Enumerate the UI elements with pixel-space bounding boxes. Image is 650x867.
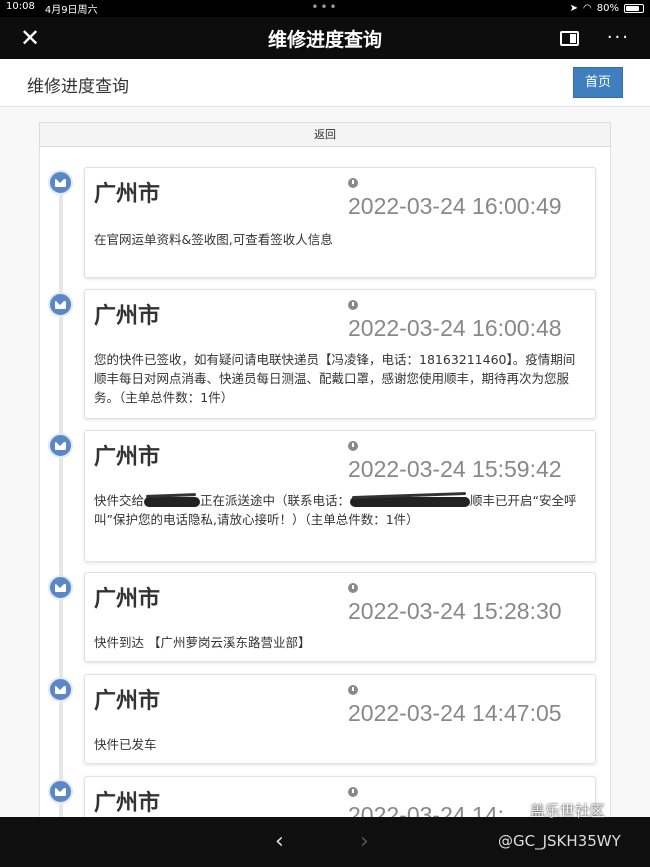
more-options-icon[interactable]: ··· — [607, 29, 630, 47]
status-time: 10:08 — [6, 1, 35, 12]
entry-city: 广州市 — [94, 587, 161, 612]
watermark-community: 盖乐世社区 — [530, 802, 606, 820]
entry-time: 2022-03-24 15:28:30 — [348, 598, 562, 624]
timeline-card: 广州市 2022-03-24 16:00:48 您的快件已签收，如有疑问请电联快… — [84, 289, 596, 419]
home-button[interactable]: 首页 — [573, 67, 623, 98]
entry-city: 广州市 — [94, 304, 161, 329]
envelope-icon — [48, 292, 73, 317]
timeline-line — [59, 182, 63, 817]
clock-icon — [348, 300, 358, 310]
battery-percent: 80% — [596, 3, 619, 14]
forward-arrow-icon[interactable]: › — [360, 829, 369, 854]
desc-part-b: 正在派送途中（联系电话： — [200, 493, 351, 508]
page-title: 维修进度查询 — [27, 77, 129, 97]
entry-time: 2022-03-24 16:00:48 — [348, 315, 562, 341]
entry-description: 快件交给 正在派送途中（联系电话： 顺丰已开启“安全呼叫”保护您的电话隐私,请放心接… — [94, 491, 584, 529]
envelope-icon — [48, 170, 73, 195]
entry-description: 在官网运单资料&签收图,可查看签收人信息 — [94, 232, 333, 247]
envelope-icon — [48, 575, 73, 600]
entry-description: 快件到达 【广州萝岗云溪东路营业部】 — [94, 635, 311, 650]
battery-icon — [624, 4, 644, 13]
redacted-scribble — [350, 496, 471, 507]
desc-part-a: 快件交给 — [94, 493, 145, 508]
clock-icon — [348, 685, 358, 695]
envelope-icon — [48, 433, 73, 458]
entry-city: 广州市 — [94, 445, 161, 470]
envelope-icon — [48, 779, 73, 804]
entry-description: 您的快件已签收，如有疑问请电联快递员【冯凌锋，电话：18163211460】。疫… — [94, 352, 576, 405]
clock-icon — [348, 178, 358, 188]
app-title-bar: ✕ 维修进度查询 ··· — [0, 17, 650, 59]
back-button[interactable]: 返回 — [39, 122, 611, 147]
status-date: 4月9日周六 — [44, 5, 98, 16]
timeline-card: 广州市 2022-03-24 15:59:42 快件交给 正在派送途中（联系电话：… — [84, 430, 596, 562]
entry-time: 2022-03-24 14:47:05 — [348, 700, 562, 726]
envelope-icon — [48, 677, 73, 702]
clock-icon — [348, 787, 358, 797]
content-area[interactable]: 返回 广州市 2022-03-24 16:00:49 在官网运单资料&签收图,可… — [0, 107, 650, 817]
redacted-scribble — [144, 496, 201, 507]
window-title: 维修进度查询 — [267, 28, 382, 51]
watermark-user: @GC_JSKH35WY — [498, 832, 621, 850]
clock-icon — [348, 583, 358, 593]
clock-icon — [348, 441, 358, 451]
timeline-card: 广州市 2022-03-24 15:28:30 快件到达 【广州萝岗云溪东路营业… — [84, 572, 596, 662]
wifi-icon: ◠ — [583, 3, 592, 14]
entry-city: 广州市 — [94, 791, 161, 816]
entry-time: 2022-03-24 15:59:42 — [348, 456, 562, 482]
timeline-card: 广州市 2022-03-24 16:00:49 在官网运单资料&签收图,可查看签… — [84, 167, 596, 278]
timeline-card: 广州市 2022-03-24 14: — [84, 776, 596, 817]
timeline-card: 广州市 2022-03-24 14:47:05 快件已发车 — [84, 674, 596, 764]
close-icon[interactable]: ✕ — [0, 24, 60, 52]
page-header: 维修进度查询 首页 — [0, 59, 650, 107]
entry-city: 广州市 — [94, 182, 161, 207]
entry-description: 快件已发车 — [94, 737, 157, 752]
entry-city: 广州市 — [94, 689, 161, 714]
entry-time: 2022-03-24 14: — [348, 802, 505, 817]
minimize-window-icon[interactable] — [559, 30, 579, 46]
entry-time: 2022-03-24 16:00:49 — [348, 193, 562, 219]
status-bar: 10:08 4月9日周六 ••• ➤ ◠ 80% — [0, 0, 650, 17]
back-arrow-icon[interactable]: ‹ — [275, 829, 284, 854]
location-icon: ➤ — [569, 3, 579, 14]
